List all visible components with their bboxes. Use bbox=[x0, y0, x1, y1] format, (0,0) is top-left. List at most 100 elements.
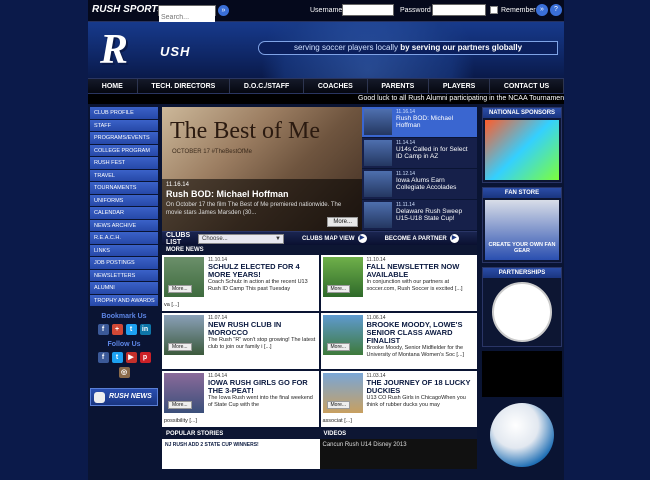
bottom-row: NJ RUSH ADD 2 STATE CUP WINNERS! Cancun … bbox=[162, 439, 477, 469]
feature-more-button[interactable]: More... bbox=[327, 217, 358, 227]
nav-coaches[interactable]: COACHES bbox=[304, 79, 368, 93]
news-more-button[interactable]: More... bbox=[326, 285, 351, 293]
sponsor-ad[interactable] bbox=[485, 120, 559, 180]
nav-players[interactable]: PLAYERS bbox=[429, 79, 491, 93]
linkedin-icon[interactable]: in bbox=[139, 324, 151, 335]
soccer-ball-ad[interactable] bbox=[490, 403, 554, 467]
facebook-icon[interactable]: f bbox=[97, 352, 109, 363]
popular-story-item[interactable]: NJ RUSH ADD 2 STATE CUP WINNERS! bbox=[162, 439, 320, 469]
search-go-button[interactable]: » bbox=[218, 5, 229, 16]
sidebar-item-programs-events[interactable]: PROGRAMS/EVENTS bbox=[90, 132, 158, 145]
news-more-button[interactable]: More... bbox=[326, 343, 351, 351]
facebook-icon[interactable]: f bbox=[97, 324, 109, 335]
feature-thumb bbox=[364, 171, 392, 197]
username-field[interactable] bbox=[342, 4, 394, 16]
sidebar-item-calendar[interactable]: CALENDAR bbox=[90, 207, 158, 220]
feature-list-item[interactable]: 11.16.14 Rush BOD: Michael Hoffman bbox=[362, 107, 477, 138]
sidebar-item-trophy-awards[interactable]: TROPHY AND AWARDS bbox=[90, 294, 158, 307]
bottom-headings: POPULAR STORIES VIDEOS bbox=[162, 429, 477, 439]
logo-word: USH bbox=[160, 44, 191, 59]
rush-news-button[interactable]: RUSH NEWS bbox=[90, 388, 158, 406]
feature-text: On October 17 the film The Best of Me pr… bbox=[166, 202, 342, 216]
pinterest-icon[interactable]: p bbox=[139, 352, 151, 363]
nav-doc-staff[interactable]: D.O.C./STAFF bbox=[230, 79, 305, 93]
sidebar-item-alumni[interactable]: ALUMNI bbox=[90, 282, 158, 295]
tagline: serving soccer players locally by servin… bbox=[258, 41, 558, 55]
news-item[interactable]: More... 11.06.14 BROOKE MOODY, LOWE'S SEN… bbox=[320, 313, 477, 369]
sidebar-item-club-profile[interactable]: CLUB PROFILE bbox=[90, 107, 158, 120]
login-button[interactable]: » bbox=[536, 4, 548, 16]
feature-image[interactable]: The Best of Me OCTOBER 17 #TheBestOfMe 1… bbox=[162, 107, 362, 231]
news-more-button[interactable]: More... bbox=[168, 343, 192, 351]
news-item[interactable]: More... 11.04.14 IOWA RUSH GIRLS GO FOR T… bbox=[162, 371, 319, 427]
movie-poster-sub: OCTOBER 17 #TheBestOfMe bbox=[172, 149, 252, 155]
sidebar-item-job-postings[interactable]: JOB POSTINGS bbox=[90, 257, 158, 270]
google-plus-icon[interactable]: + bbox=[111, 324, 123, 335]
feature-list-item[interactable]: 11.11.14 Delaware Rush Sweep U15-U18 Stat… bbox=[362, 200, 477, 231]
feature-title[interactable]: Rush BOD: Michael Hoffman bbox=[166, 189, 358, 199]
news-title[interactable]: THE JOURNEY OF 18 LUCKY DUCKIES bbox=[367, 379, 476, 395]
news-more-button[interactable]: More... bbox=[168, 285, 192, 293]
youtube-icon[interactable]: ▶ bbox=[125, 352, 137, 363]
main-content: The Best of Me OCTOBER 17 #TheBestOfMe 1… bbox=[162, 107, 477, 469]
sidebar-item-staff[interactable]: STAFF bbox=[90, 119, 158, 132]
news-text: U13 CO Rush Girls in ChicagoWhen you thi… bbox=[366, 395, 466, 408]
news-ticker[interactable]: Good luck to all Rush Alumni participati… bbox=[88, 94, 564, 104]
search-input[interactable] bbox=[159, 13, 215, 22]
twitter-icon[interactable]: t bbox=[125, 324, 137, 335]
become-partner-button[interactable]: BECOME A PARTNER ▶ bbox=[385, 234, 459, 243]
sidebar: CLUB PROFILE STAFF PROGRAMS/EVENTS COLLE… bbox=[90, 107, 158, 406]
search-field[interactable] bbox=[158, 5, 216, 22]
nav-contact-us[interactable]: CONTACT US bbox=[490, 79, 564, 93]
news-title[interactable]: NEW RUSH CLUB IN MOROCCO bbox=[208, 321, 317, 337]
news-item[interactable]: More... 11.10.14 SCHULZ ELECTED FOR 4 MOR… bbox=[162, 255, 319, 311]
news-item[interactable]: More... 11.10.14 FALL NEWSLETTER NOW AVAI… bbox=[320, 255, 477, 311]
sidebar-item-tournaments[interactable]: TOURNAMENTS bbox=[90, 182, 158, 195]
rush-logo[interactable]: R USH bbox=[100, 29, 210, 71]
sidebar-item-news-archive[interactable]: NEWS ARCHIVE bbox=[90, 219, 158, 232]
sidebar-item-uniforms[interactable]: UNIFORMS bbox=[90, 194, 158, 207]
instagram-icon[interactable]: ◎ bbox=[118, 367, 130, 378]
sponsors-heading: NATIONAL SPONSORS bbox=[483, 108, 561, 118]
sponsor-badge-ad[interactable] bbox=[482, 351, 562, 397]
clubs-map-button[interactable]: CLUBS MAP VIEW ▶ bbox=[302, 234, 367, 243]
clubs-select[interactable]: Choose... ▼ bbox=[198, 233, 284, 244]
video-item[interactable]: Cancun Rush U14 Disney 2013 bbox=[319, 439, 477, 469]
news-item[interactable]: More... 11.03.14 THE JOURNEY OF 18 LUCKY … bbox=[320, 371, 477, 427]
nav-home[interactable]: HOME bbox=[88, 79, 138, 93]
news-more-button[interactable]: More... bbox=[168, 401, 192, 409]
clubs-list-label: CLUBS LIST bbox=[166, 231, 191, 246]
nav-parents[interactable]: PARENTS bbox=[368, 79, 430, 93]
movie-poster-title: The Best of Me bbox=[170, 118, 320, 144]
help-button[interactable]: ? bbox=[550, 4, 562, 16]
fan-store-heading: FAN STORE bbox=[483, 188, 561, 198]
sidebar-item-links[interactable]: LINKS bbox=[90, 244, 158, 257]
chevron-down-icon: ▼ bbox=[275, 235, 281, 242]
clubs-bar: CLUBS LIST Choose... ▼ CLUBS MAP VIEW ▶ BE… bbox=[162, 231, 477, 246]
feature-list-item[interactable]: 11.14.14 U14s Called in for Select ID Cam… bbox=[362, 138, 477, 169]
twitter-icon[interactable]: t bbox=[111, 352, 123, 363]
sidebar-item-college-program[interactable]: COLLEGE PROGRAM bbox=[90, 144, 158, 157]
news-text: Brooke Moody, Senior Midfielder for the … bbox=[366, 345, 465, 358]
sidebar-item-travel[interactable]: TRAVEL bbox=[90, 169, 158, 182]
nav-tech-directors[interactable]: TECH. DIRECTORS bbox=[138, 79, 231, 93]
news-title[interactable]: FALL NEWSLETTER NOW AVAILABLE bbox=[367, 263, 476, 279]
password-field[interactable] bbox=[432, 4, 486, 16]
arrow-right-icon: ▶ bbox=[449, 234, 459, 243]
news-more-button[interactable]: More... bbox=[326, 401, 351, 409]
sidebar-item-newsletters[interactable]: NEWSLETTERS bbox=[90, 269, 158, 282]
fan-store-text: CREATE YOUR OWN FAN GEAR bbox=[488, 242, 556, 254]
brand-label[interactable]: RUSH SPORTS bbox=[92, 4, 164, 15]
fan-store-ad[interactable]: CREATE YOUR OWN FAN GEAR bbox=[485, 200, 559, 260]
news-item[interactable]: More... 11.07.14 NEW RUSH CLUB IN MOROCCO… bbox=[162, 313, 319, 369]
news-title[interactable]: IOWA RUSH GIRLS GO FOR THE 3-PEAT! bbox=[208, 379, 317, 395]
password-label: Password bbox=[400, 7, 431, 14]
news-title[interactable]: SCHULZ ELECTED FOR 4 MORE YEARS! bbox=[208, 263, 317, 279]
partnership-logo[interactable] bbox=[492, 282, 552, 342]
feature-list-item[interactable]: 11.12.14 Iowa Alums Earn Collegiate Accol… bbox=[362, 169, 477, 200]
remember-checkbox[interactable] bbox=[490, 6, 498, 14]
sidebar-item-rush-fest[interactable]: RUSH FEST bbox=[90, 157, 158, 170]
sidebar-item-reach[interactable]: R.E.A.C.H. bbox=[90, 232, 158, 245]
feature-list: 11.16.14 Rush BOD: Michael Hoffman 11.14.… bbox=[362, 107, 477, 231]
news-title[interactable]: BROOKE MOODY, LOWE'S SENIOR CLASS AWARD … bbox=[367, 321, 476, 345]
